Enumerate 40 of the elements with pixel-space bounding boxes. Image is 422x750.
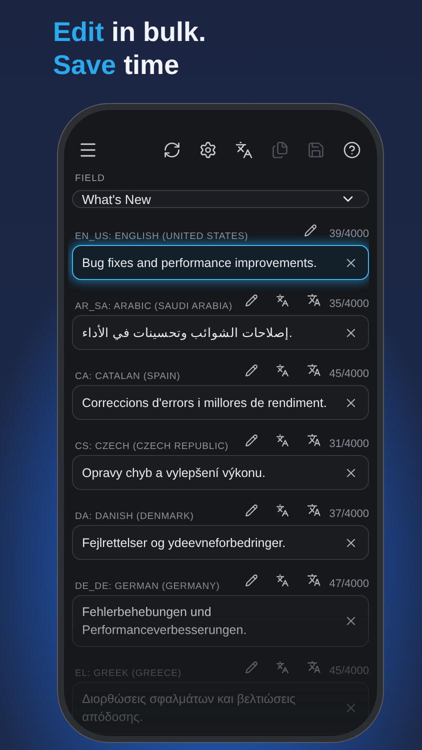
text-field[interactable]: Correccions d'errors i millores de rendiment. xyxy=(72,385,369,420)
field-label: FIELD xyxy=(75,173,106,184)
character-count: 45/4000 xyxy=(329,665,369,677)
translate-icon[interactable] xyxy=(307,292,322,308)
pencil-icon[interactable] xyxy=(304,222,318,238)
translate-icon[interactable] xyxy=(307,572,322,588)
translate-icon[interactable] xyxy=(307,432,322,448)
character-count: 37/4000 xyxy=(329,508,369,520)
character-count: 45/4000 xyxy=(329,368,369,380)
locale-label: EN_US: ENGLISH (UNITED STATES) xyxy=(74,231,250,242)
text-field[interactable]: Bug fixes and performance improvements. xyxy=(72,245,369,280)
translate-icon[interactable] xyxy=(307,502,322,518)
pencil-icon[interactable] xyxy=(245,502,258,518)
translate-icon[interactable] xyxy=(276,362,290,378)
locale-label: CS: CZECH (CZECH REPUBLIC) xyxy=(74,441,230,452)
translate-icon[interactable] xyxy=(276,572,290,588)
locale-label: AR_SA: ARABIC (SAUDI ARABIA) xyxy=(74,301,234,312)
text-field[interactable]: Fejlrettelser og ydeevneforbedringer. xyxy=(72,525,369,560)
text-field[interactable]: Fehlerbehebungen und Performanceverbesserungen. xyxy=(72,595,369,647)
pencil-icon[interactable] xyxy=(245,432,258,448)
locale-label: CA: CATALAN (SPAIN) xyxy=(74,371,182,382)
pencil-icon[interactable] xyxy=(245,362,258,378)
locale-label: DA: DANISH (DENMARK) xyxy=(74,511,195,522)
translate-icon[interactable] xyxy=(276,292,290,308)
text-field[interactable]: Opravy chyb a vylepšení výkonu. xyxy=(72,455,369,490)
close-icon[interactable] xyxy=(344,614,358,628)
character-count: 31/4000 xyxy=(329,438,369,450)
translate-icon[interactable] xyxy=(307,362,322,378)
character-count: 35/4000 xyxy=(329,298,369,310)
text-field[interactable]: إصلاحات الشوائب وتحسينات في الأداء. xyxy=(72,315,369,350)
translate-icon[interactable] xyxy=(276,502,290,518)
headline: Save time xyxy=(53,49,180,82)
field-dropdown[interactable]: What's New xyxy=(72,190,369,208)
translate-icon[interactable] xyxy=(276,432,290,448)
pencil-icon[interactable] xyxy=(245,572,258,588)
character-count: 47/4000 xyxy=(329,578,369,590)
locale-label: DE_DE: GERMAN (GERMANY) xyxy=(74,581,221,592)
pencil-icon[interactable] xyxy=(245,292,258,308)
character-count: 39/4000 xyxy=(329,228,369,240)
headline: Edit in bulk. xyxy=(53,16,208,49)
